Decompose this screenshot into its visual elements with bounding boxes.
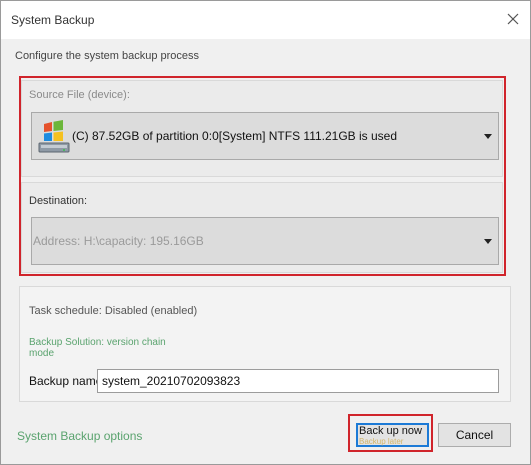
- close-icon: [507, 13, 519, 25]
- system-backup-options-link[interactable]: System Backup options: [17, 429, 142, 443]
- task-schedule-label[interactable]: Task schedule: Disabled (enabled): [29, 305, 197, 317]
- close-button[interactable]: [504, 10, 522, 28]
- backup-name-input[interactable]: [97, 369, 499, 393]
- window-title: System Backup: [11, 13, 95, 27]
- backup-name-label: Backup name:: [29, 374, 106, 388]
- system-backup-dialog: System Backup Configure the system backu…: [0, 0, 531, 465]
- backup-solution-link[interactable]: Backup Solution: version chain mode: [29, 337, 189, 359]
- dialog-subtitle: Configure the system backup process: [15, 50, 200, 62]
- title-bar: System Backup: [1, 1, 530, 39]
- backup-button-highlight: [348, 414, 433, 452]
- cancel-button[interactable]: Cancel: [438, 423, 511, 447]
- highlight-frame: [19, 76, 506, 276]
